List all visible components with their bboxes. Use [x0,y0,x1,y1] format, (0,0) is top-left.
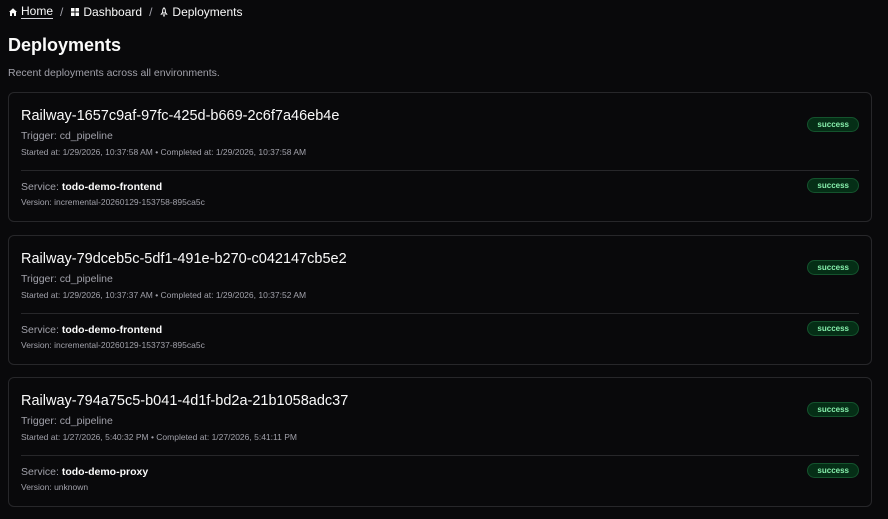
breadcrumb-home[interactable]: Home [8,5,54,19]
dashboard-icon [71,8,80,16]
status-badge: success [807,117,859,132]
service-row: Service: todo-demo-frontend [21,323,162,337]
service-version: Version: unknown [21,482,89,492]
service-row: Service: todo-demo-proxy [21,465,148,479]
deployment-name: Railway-1657c9af-97fc-425d-b669-2c6f7a46… [21,108,340,124]
deployment-times: Started at: 1/29/2026, 10:37:58 AM • Com… [21,147,307,157]
deployment-card[interactable]: Railway-794a75c5-b041-4d1f-bd2a-21b1058a… [8,377,872,507]
service-status-badge: success [807,178,859,193]
home-icon [9,8,17,16]
deployment-times: Started at: 1/29/2026, 10:37:37 AM • Com… [21,290,307,300]
deployment-name: Railway-79dceb5c-5df1-491e-b270-c042147c… [21,251,347,267]
service-label: Service: [21,466,59,478]
deployment-trigger: Trigger: cd_pipeline [21,130,113,142]
service-label: Service: [21,324,59,336]
breadcrumb-deployments: Deployments [159,5,242,19]
deployments-page: Home / Dashboard / Deployments Deploymen… [0,0,888,519]
page-subtitle: Recent deployments across all environmen… [8,67,220,79]
service-version: Version: incremental-20260129-153737-895… [21,340,205,350]
breadcrumb-separator: / [149,5,153,19]
service-row: Service: todo-demo-frontend [21,180,162,194]
service-status-badge: success [807,321,859,336]
deployment-name: Railway-794a75c5-b041-4d1f-bd2a-21b1058a… [21,393,349,409]
service-label: Service: [21,181,59,193]
rocket-icon [160,7,169,17]
service-name: todo-demo-proxy [61,466,149,478]
breadcrumb-dashboard-label[interactable]: Dashboard [83,5,142,19]
status-badge: success [807,402,859,417]
service-name: todo-demo-frontend [61,181,163,193]
service-version: Version: incremental-20260129-153758-895… [21,197,205,207]
service-name: todo-demo-frontend [61,324,163,336]
deployment-trigger: Trigger: cd_pipeline [21,273,113,285]
page-title: Deployments [8,35,122,55]
breadcrumb-dashboard[interactable]: Dashboard [70,5,142,19]
card-divider [21,170,859,171]
status-badge: success [807,260,859,275]
deployment-trigger: Trigger: cd_pipeline [21,415,113,427]
deployment-times: Started at: 1/27/2026, 5:40:32 PM • Comp… [21,432,297,442]
card-divider [21,455,859,456]
breadcrumb-separator: / [60,5,64,19]
service-status-badge: success [807,463,859,478]
breadcrumb-deployments-label: Deployments [172,5,243,19]
deployment-card[interactable]: Railway-79dceb5c-5df1-491e-b270-c042147c… [8,235,872,365]
breadcrumb-home-label[interactable]: Home [21,5,54,19]
breadcrumb: Home / Dashboard / Deployments [8,4,242,20]
deployment-card[interactable]: Railway-1657c9af-97fc-425d-b669-2c6f7a46… [8,92,872,222]
card-divider [21,313,859,314]
